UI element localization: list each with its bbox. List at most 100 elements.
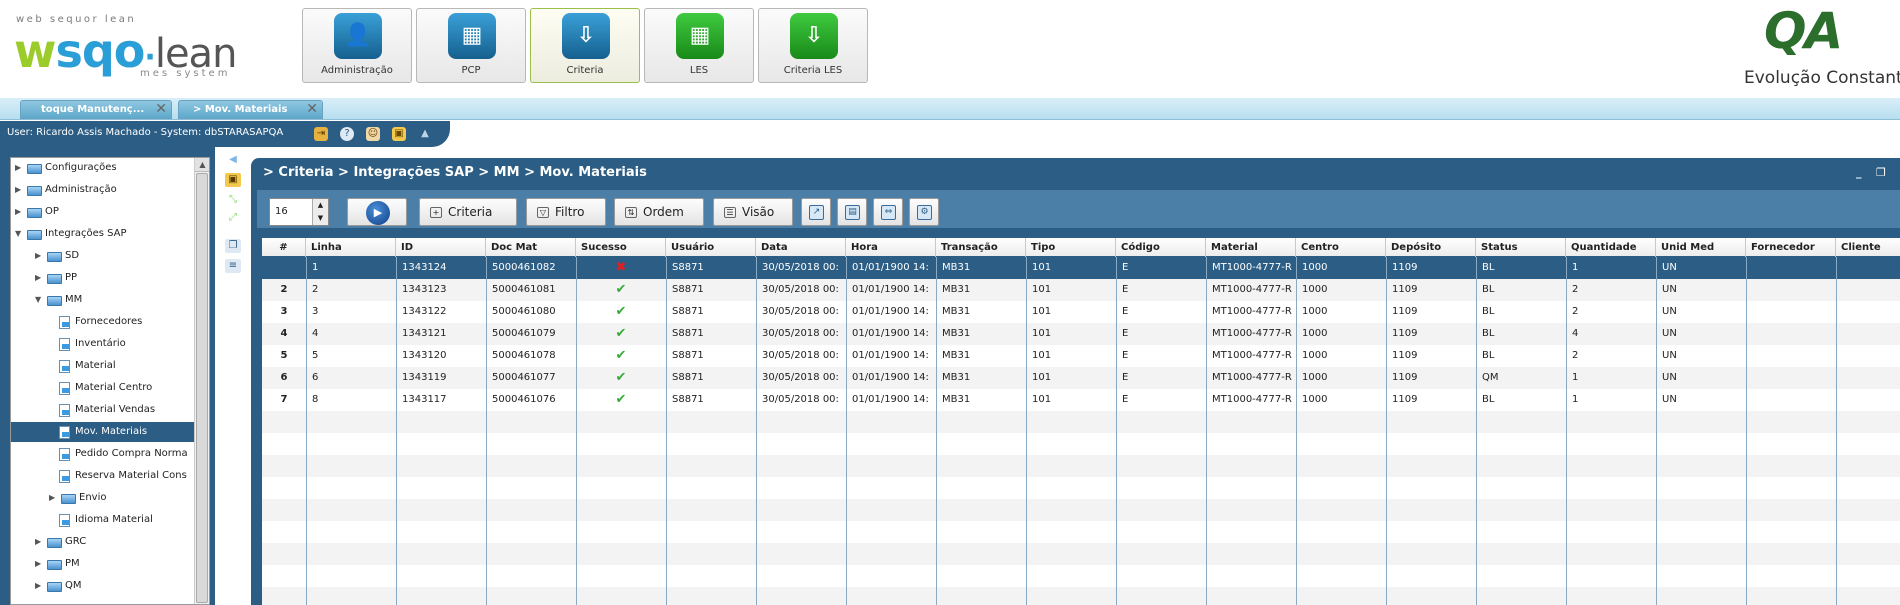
configure-button[interactable]: ⚙ [909,198,939,226]
list-icon[interactable]: ≡ [225,259,241,273]
tree-node[interactable]: Mov. Materiais [11,422,194,442]
column-header[interactable]: ID [396,238,486,257]
expanded-arrow-icon[interactable]: ▼ [15,224,25,244]
filtro-button[interactable]: ▽ Filtro [526,198,606,226]
close-icon[interactable]: ✕ [155,101,167,118]
chevron-up-icon[interactable]: ▲ [418,127,432,141]
module-button-les[interactable]: ▦ LES [644,8,754,83]
column-header[interactable]: Tipo [1026,238,1116,257]
minimize-icon[interactable]: _ [1856,166,1862,179]
tree-node[interactable]: ▶ PP [11,268,194,288]
table-row[interactable]: 4 4 1343121 5000461079 ✔ S8871 30/05/2018 00: 0… [262,323,1900,345]
lock-icon[interactable]: ▣ [225,173,241,187]
collapsed-arrow-icon[interactable]: ▶ [35,554,45,574]
collapsed-arrow-icon[interactable]: ▶ [35,576,45,596]
column-header[interactable]: Material [1206,238,1296,257]
cell-material: MT1000-4777-R [1212,284,1292,295]
column-header[interactable]: Usuário [666,238,756,257]
tree-node[interactable]: ▶ Envio [11,488,194,508]
column-header[interactable]: Sucesso [576,238,666,257]
collapse-left-icon[interactable]: ◀ [225,153,241,167]
collapsed-arrow-icon[interactable]: ▶ [49,488,59,508]
run-button[interactable]: ▶ [347,198,407,226]
table-row[interactable]: 1 1343124 5000461082 ✖ S8871 30/05/2018 00: 01… [262,257,1900,279]
cell-tipo: 101 [1032,394,1052,405]
scrollbar-thumb[interactable] [196,173,208,603]
tree-node[interactable]: ▶ Configurações [11,158,194,178]
lock-icon[interactable]: ▣ [392,127,406,141]
tree-node[interactable]: ▼ Integrações SAP [11,224,194,244]
column-header[interactable]: Linha [306,238,396,257]
tab-mov-materiais[interactable]: > Mov. Materiais ✕ [178,100,323,119]
tree-node[interactable]: Material [11,356,194,376]
tree-node[interactable]: ▼ MM [11,290,194,310]
spin-arrows-icon[interactable]: ▲ ▼ [312,199,328,225]
table-row[interactable]: 6 6 1343119 5000461077 ✔ S8871 30/05/2018 00: 0… [262,367,1900,389]
tree-node[interactable]: Pedido Compra Norma [11,444,194,464]
help-icon[interactable]: ? [340,127,354,141]
tree-node[interactable]: ▶ OP [11,202,194,222]
cell-quantidade: 4 [1572,328,1579,339]
table-row[interactable]: 3 3 1343122 5000461080 ✔ S8871 30/05/2018 00: 0… [262,301,1900,323]
module-button-pcp[interactable]: ▦ PCP [416,8,526,83]
export-button[interactable]: ↗ [801,198,831,226]
tree-node[interactable]: ▶ GRC [11,532,194,552]
column-header[interactable]: Quantidade [1566,238,1656,257]
close-icon[interactable]: ✕ [306,101,318,118]
column-header[interactable]: # [262,238,306,257]
tree-node[interactable]: Material Vendas [11,400,194,420]
tree-node[interactable]: ▶ Administração [11,180,194,200]
tree-node[interactable]: Fornecedores [11,312,194,332]
ordem-button[interactable]: ⇅ Ordem [614,198,704,226]
column-header[interactable]: Centro [1296,238,1386,257]
tree-node[interactable]: ▶ PM [11,554,194,574]
column-header[interactable]: Cliente [1836,238,1900,257]
collapsed-arrow-icon[interactable]: ▶ [35,532,45,552]
rows-per-page-stepper[interactable]: 16 ▲ ▼ [269,198,329,226]
visao-button[interactable]: ☰ Visão [713,198,793,226]
windows-icon[interactable]: ❐ [225,239,241,253]
restore-icon[interactable]: ❐ [1876,166,1886,179]
column-header[interactable]: Status [1476,238,1566,257]
rows-per-page-value[interactable]: 16 [275,206,288,217]
scroll-up-icon[interactable]: ▲ [195,158,209,172]
cell-cliente [1836,323,1900,345]
table-row[interactable]: 5 5 1343120 5000461078 ✔ S8871 30/05/2018 00: 0… [262,345,1900,367]
fit-columns-button[interactable]: ⇔ [873,198,903,226]
column-header[interactable]: Data [756,238,846,257]
module-button-criteria-les[interactable]: ⇩ Criteria LES [758,8,868,83]
criteria-button[interactable]: + Criteria [419,198,517,226]
save-button[interactable]: ▤ [837,198,867,226]
column-header[interactable]: Código [1116,238,1206,257]
tree-node[interactable]: Idioma Material [11,510,194,530]
column-header[interactable]: Unid Med [1656,238,1746,257]
tree-node[interactable]: Reserva Material Cons [11,466,194,486]
collapsed-arrow-icon[interactable]: ▶ [15,158,25,178]
collapsed-arrow-icon[interactable]: ▶ [35,246,45,266]
user-settings-icon[interactable]: ☺ [366,127,380,141]
table-row[interactable]: 2 2 1343123 5000461081 ✔ S8871 30/05/2018 00: 0… [262,279,1900,301]
expanded-arrow-icon[interactable]: ▼ [35,290,45,310]
tree-scrollbar[interactable]: ▲ [194,158,209,604]
tree-node[interactable]: Inventário [11,334,194,354]
column-header[interactable]: Hora [846,238,936,257]
collapse-icon[interactable]: ⤢ [225,211,241,225]
collapsed-arrow-icon[interactable]: ▶ [35,268,45,288]
cell-data: 30/05/2018 00: [762,350,839,361]
tab-toque-manutencao[interactable]: toque Manutenç... ✕ [20,100,172,119]
module-button-criteria[interactable]: ⇩ Criteria [530,8,640,83]
module-button-administracao[interactable]: 👤 Administração [302,8,412,83]
column-header[interactable]: Fornecedor [1746,238,1836,257]
tree-node[interactable]: ▶ SD [11,246,194,266]
tree-node[interactable]: Material Centro [11,378,194,398]
table-row[interactable]: 7 8 1343117 5000461076 ✔ S8871 30/05/2018 00: 0… [262,389,1900,411]
column-header[interactable]: Doc Mat [486,238,576,257]
cell-tipo: 101 [1032,350,1052,361]
exit-icon[interactable]: ⇥ [314,127,328,141]
tree-node[interactable]: ▶ QM [11,576,194,596]
collapsed-arrow-icon[interactable]: ▶ [15,180,25,200]
column-header[interactable]: Transação [936,238,1026,257]
expand-icon[interactable]: ⤡ [225,193,241,207]
collapsed-arrow-icon[interactable]: ▶ [15,202,25,222]
column-header[interactable]: Depósito [1386,238,1476,257]
